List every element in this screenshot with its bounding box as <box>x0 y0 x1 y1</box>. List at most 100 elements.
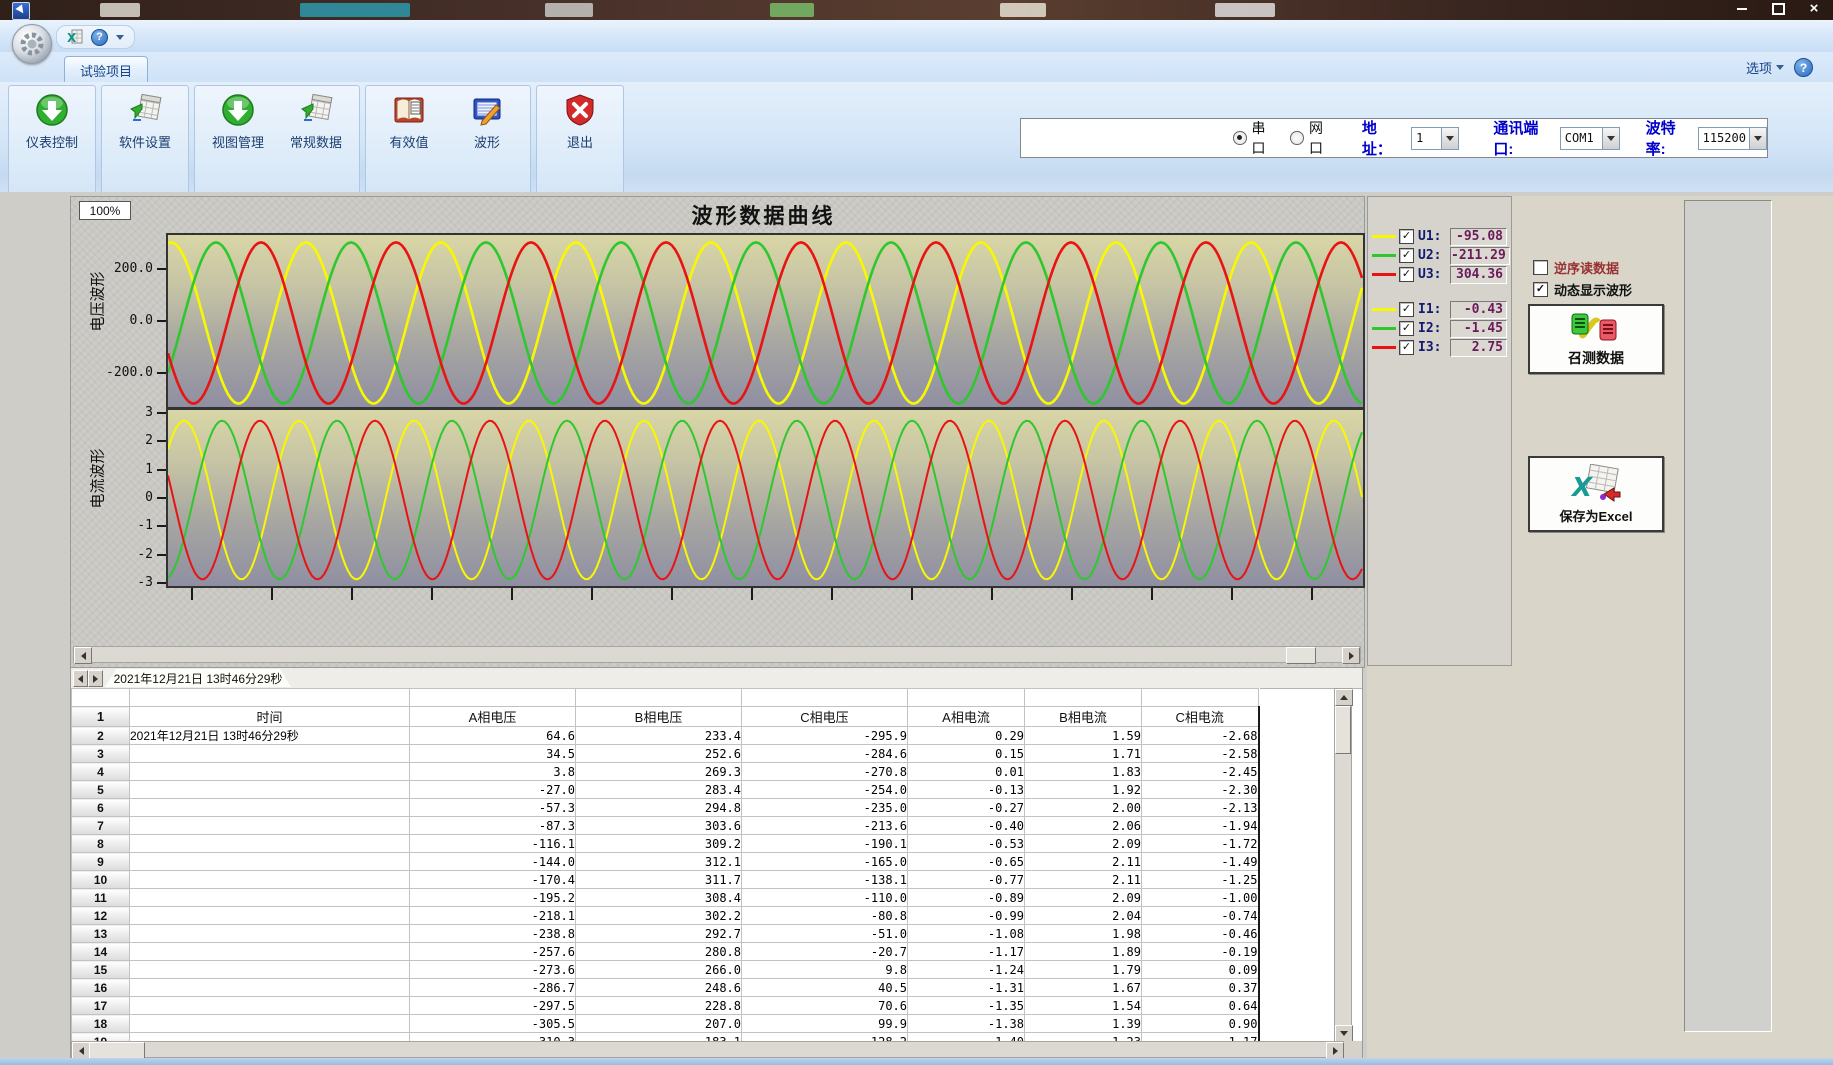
time-cell[interactable] <box>130 961 410 979</box>
minimize-button[interactable] <box>1731 2 1753 17</box>
table-cell[interactable]: -138.1 <box>742 871 908 889</box>
column-header-cell[interactable]: B相电压 <box>576 707 742 727</box>
maximize-button[interactable] <box>1767 2 1789 17</box>
table-cell[interactable]: -284.6 <box>742 745 908 763</box>
help-icon[interactable]: ? <box>1794 58 1813 77</box>
options-menu[interactable]: 选项 <box>1746 58 1784 77</box>
table-cell[interactable]: 2.00 <box>1025 799 1142 817</box>
table-cell[interactable]: 1.79 <box>1025 961 1142 979</box>
table-cell[interactable]: 99.9 <box>742 1015 908 1033</box>
table-cell[interactable]: -0.89 <box>908 889 1025 907</box>
table-cell[interactable]: -305.5 <box>410 1015 576 1033</box>
row-number-cell[interactable]: 2 <box>72 727 130 745</box>
scroll-right-button[interactable] <box>1342 647 1360 664</box>
column-header-cell[interactable]: A相电流 <box>908 707 1025 727</box>
table-cell[interactable]: -213.6 <box>742 817 908 835</box>
table-cell[interactable]: 302.2 <box>576 907 742 925</box>
sheet-prev-button[interactable] <box>73 670 88 687</box>
row-number-cell[interactable]: 4 <box>72 763 130 781</box>
table-cell[interactable]: -218.1 <box>410 907 576 925</box>
table-cell[interactable]: 283.4 <box>576 781 742 799</box>
effective-value-button[interactable]: 有效值 <box>374 91 444 193</box>
table-cell[interactable]: -51.0 <box>742 925 908 943</box>
table-cell[interactable] <box>72 689 130 707</box>
column-header-cell[interactable]: 时间 <box>130 707 410 727</box>
row-number-cell[interactable]: 18 <box>72 1015 130 1033</box>
voltage-waveform-plot[interactable] <box>166 233 1365 409</box>
table-cell[interactable]: 0.37 <box>1142 979 1259 997</box>
column-header-cell[interactable]: A相电压 <box>410 707 576 727</box>
row-number-cell[interactable]: 7 <box>72 817 130 835</box>
time-cell[interactable] <box>130 907 410 925</box>
table-cell[interactable]: -1.49 <box>1142 853 1259 871</box>
current-waveform-plot[interactable] <box>166 408 1365 588</box>
table-cell[interactable]: 1.89 <box>1025 943 1142 961</box>
table-cell[interactable] <box>410 689 576 707</box>
row-number-cell[interactable]: 17 <box>72 997 130 1015</box>
table-cell[interactable]: 9.8 <box>742 961 908 979</box>
table-cell[interactable] <box>576 689 742 707</box>
series-checkbox[interactable]: ✓ <box>1399 321 1414 336</box>
table-cell[interactable]: 0.09 <box>1142 961 1259 979</box>
table-cell[interactable]: 0.64 <box>1142 997 1259 1015</box>
table-cell[interactable]: 1.54 <box>1025 997 1142 1015</box>
time-cell[interactable] <box>130 835 410 853</box>
table-cell[interactable]: -1.38 <box>908 1015 1025 1033</box>
table-cell[interactable] <box>1142 689 1259 707</box>
table-cell[interactable]: -144.0 <box>410 853 576 871</box>
table-cell[interactable]: -297.5 <box>410 997 576 1015</box>
table-cell[interactable]: -0.74 <box>1142 907 1259 925</box>
table-cell[interactable] <box>130 689 410 707</box>
scroll-up-button[interactable] <box>1335 689 1353 706</box>
scrollbar-thumb[interactable] <box>1286 647 1316 664</box>
table-cell[interactable]: 0.01 <box>908 763 1025 781</box>
table-cell[interactable]: -257.6 <box>410 943 576 961</box>
series-checkbox[interactable]: ✓ <box>1399 302 1414 317</box>
chart-horizontal-scrollbar[interactable] <box>73 646 1361 663</box>
scrollbar-thumb[interactable] <box>89 1042 145 1059</box>
row-number-cell[interactable]: 13 <box>72 925 130 943</box>
table-cell[interactable]: 1.92 <box>1025 781 1142 799</box>
row-number-cell[interactable]: 1 <box>72 707 130 727</box>
table-cell[interactable]: 2.09 <box>1025 835 1142 853</box>
table-cell[interactable]: -1.08 <box>908 925 1025 943</box>
view-management-button[interactable]: 视图管理 <box>203 91 273 193</box>
table-cell[interactable]: 294.8 <box>576 799 742 817</box>
table-cell[interactable]: 2.04 <box>1025 907 1142 925</box>
table-cell[interactable]: 266.0 <box>576 961 742 979</box>
table-cell[interactable]: -295.9 <box>742 727 908 745</box>
chart-zoom-level[interactable]: 100% <box>79 201 131 220</box>
table-cell[interactable]: -57.3 <box>410 799 576 817</box>
time-cell[interactable] <box>130 781 410 799</box>
time-cell[interactable] <box>130 1015 410 1033</box>
table-cell[interactable]: -0.27 <box>908 799 1025 817</box>
series-checkbox[interactable]: ✓ <box>1399 248 1414 263</box>
table-cell[interactable]: 228.8 <box>576 997 742 1015</box>
row-number-cell[interactable]: 12 <box>72 907 130 925</box>
table-cell[interactable]: -190.1 <box>742 835 908 853</box>
column-header-cell[interactable]: B相电流 <box>1025 707 1142 727</box>
time-cell[interactable] <box>130 979 410 997</box>
time-cell[interactable] <box>130 817 410 835</box>
table-cell[interactable]: -2.58 <box>1142 745 1259 763</box>
waveform-button[interactable]: 波形 <box>452 91 522 193</box>
excel-shortcut-icon[interactable]: X <box>67 29 83 45</box>
table-horizontal-scrollbar[interactable] <box>71 1041 1345 1058</box>
table-cell[interactable]: 40.5 <box>742 979 908 997</box>
table-cell[interactable]: -1.35 <box>908 997 1025 1015</box>
sheet-next-button[interactable] <box>88 670 103 687</box>
table-cell[interactable]: -1.94 <box>1142 817 1259 835</box>
table-cell[interactable]: -170.4 <box>410 871 576 889</box>
table-cell[interactable]: -80.8 <box>742 907 908 925</box>
row-number-cell[interactable]: 3 <box>72 745 130 763</box>
table-cell[interactable]: -1.17 <box>908 943 1025 961</box>
table-cell[interactable]: 2.11 <box>1025 853 1142 871</box>
tab-test-project[interactable]: 试验项目 <box>64 56 148 83</box>
row-number-cell[interactable]: 5 <box>72 781 130 799</box>
software-settings-button[interactable]: 软件设置 <box>110 91 180 193</box>
row-number-cell[interactable]: 10 <box>72 871 130 889</box>
port-dropdown[interactable]: COM1 <box>1560 127 1620 150</box>
table-cell[interactable]: 233.4 <box>576 727 742 745</box>
table-cell[interactable]: -0.65 <box>908 853 1025 871</box>
table-cell[interactable]: -238.8 <box>410 925 576 943</box>
